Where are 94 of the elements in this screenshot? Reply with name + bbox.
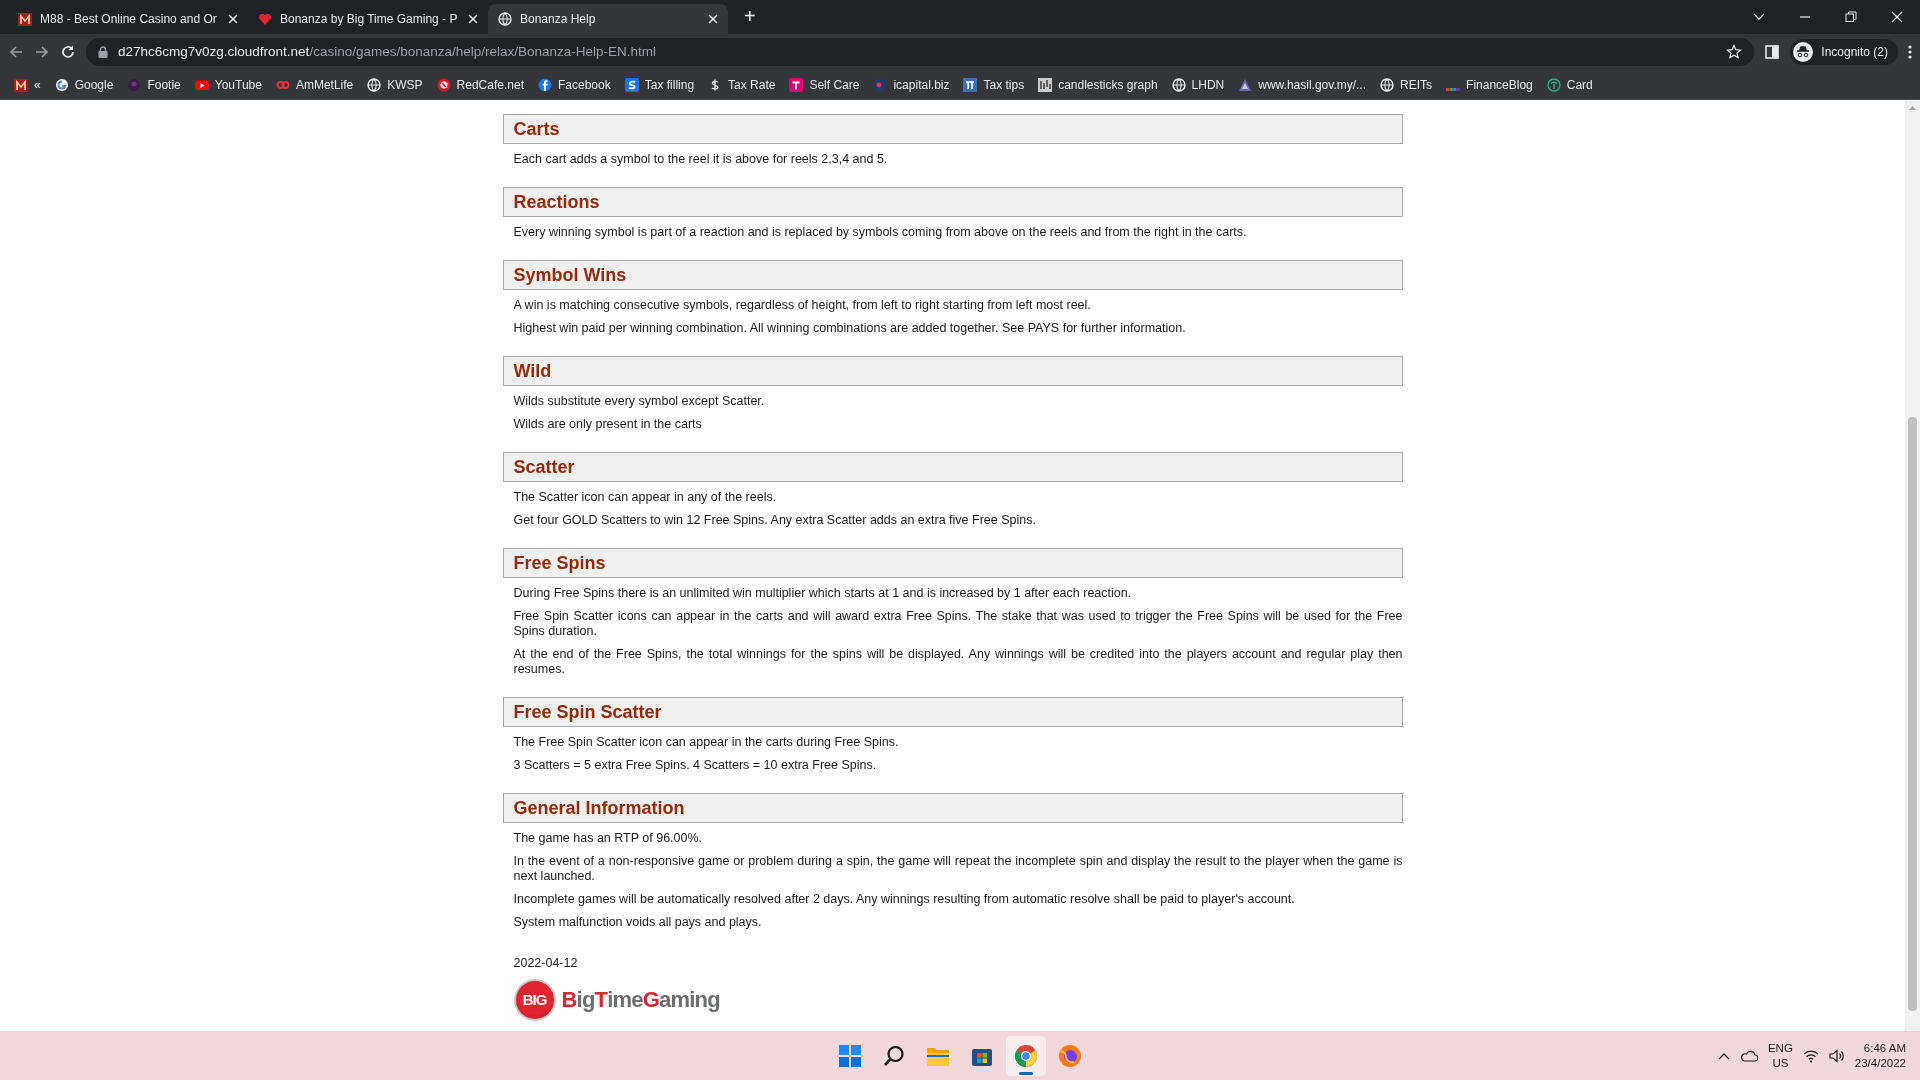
browser-tab[interactable]: Bonanza Help	[488, 4, 728, 34]
section-title: Scatter	[513, 455, 575, 479]
star-icon[interactable]	[1726, 44, 1743, 60]
globe-icon	[1171, 77, 1186, 92]
bookmark[interactable]: Footie	[123, 75, 185, 94]
chart-icon	[1038, 77, 1053, 92]
new-tab-button[interactable]: +	[744, 6, 756, 26]
paragraph: The Free Spin Scatter icon can appear in the carts during Free Spins.	[513, 735, 900, 750]
clock[interactable]: 6:46 AM 23/4/2022	[1854, 1041, 1906, 1071]
logo-badge: BIG	[513, 978, 556, 1021]
paragraph: In the event of a non-responsive game or problem during a spin, the game will repeat the incomplete spin and display the result to the player when the game is next launched.	[513, 854, 1403, 884]
windows-icon	[838, 1044, 862, 1068]
section-title: Free Spin Scatter	[513, 700, 662, 724]
paragraph: The Scatter icon can appear in any of the reels.	[513, 490, 778, 505]
close-icon[interactable]	[708, 14, 718, 24]
globe-icon	[1380, 77, 1395, 92]
paragraph: Wilds substitute every symbol except Scatter.	[513, 394, 766, 409]
paragraph: Wilds are only present in the carts	[513, 417, 703, 432]
cloud-icon[interactable]	[1739, 1050, 1758, 1062]
search-icon	[882, 1044, 906, 1068]
bookmark[interactable]: AmMetLife	[271, 75, 358, 94]
bookmark[interactable]: YouTube	[190, 75, 266, 94]
bookmark[interactable]: Google	[50, 75, 118, 94]
bookmark[interactable]: FinanceBlog	[1442, 75, 1537, 94]
scrollbar-thumb[interactable]	[1908, 417, 1917, 1011]
close-icon[interactable]	[228, 14, 238, 24]
globe-icon	[367, 77, 382, 92]
paragraph: 3 Scatters = 5 extra Free Spins. 4 Scatters = 10 extra Free Spins.	[513, 758, 878, 773]
section-title: Symbol Wins	[513, 263, 627, 287]
bookmark[interactable]: www.hasil.gov.my/...	[1234, 75, 1371, 94]
google-icon	[54, 77, 69, 92]
speaker-icon[interactable]	[1828, 1049, 1845, 1063]
browser-tab[interactable]: Bonanza by Big Time Gaming - P	[248, 4, 488, 34]
paragraph: A win is matching consecutive symbols, regardless of height, from left to right starting from left most reel.	[513, 298, 1092, 313]
paragraph: During Free Spins there is an unlimited win multiplier which starts at 1 and is increased by 1 after each reaction.	[513, 586, 1133, 601]
bookmark[interactable]: Tax filling	[620, 75, 699, 94]
bookmark[interactable]: LHDN	[1167, 75, 1229, 94]
paragraph: Free Spin Scatter icons can appear in the carts and will award extra Free Spins. The stake that was used to trigger the Free Spins will be used for the Free Spins duration.	[513, 609, 1403, 639]
url-text: d27hc6cmg7v0zg.cloudfront.net/casino/games/bonanza/help/relax/Bonanza-Help-EN.html	[118, 42, 658, 61]
s-logo-icon	[624, 77, 639, 92]
bookmark[interactable]: icapital.biz	[869, 75, 954, 94]
section-title: General Information	[513, 796, 685, 820]
paragraph: Each cart adds a symbol to the reel it is above for reels 2,3,4 and 5.	[513, 152, 889, 167]
scrollbar[interactable]	[1905, 100, 1920, 1031]
lock-icon	[98, 46, 108, 58]
menu-icon[interactable]	[1908, 44, 1912, 60]
incognito-icon	[1793, 42, 1814, 62]
section-title: Carts	[513, 117, 560, 141]
bookmark[interactable]: Facebook	[534, 75, 615, 94]
close-icon[interactable]	[468, 14, 478, 24]
logo-text: BigTimeGaming	[561, 986, 720, 1015]
bookmark[interactable]: KWSP	[363, 75, 427, 94]
dot-icon	[873, 77, 888, 92]
globe-icon	[498, 12, 512, 26]
paragraph: System malfunction voids all pays and plays.	[513, 915, 763, 930]
bookmark[interactable]: «	[10, 75, 45, 94]
paragraph: The game has an RTP of 96.00%.	[513, 831, 704, 846]
chevron-up-icon[interactable]	[1717, 1052, 1730, 1060]
paragraph: Every winning symbol is part of a reaction and is replaced by symbols coming from above on the reels and from the right in the carts.	[513, 225, 1248, 240]
bookmark[interactable]: Self Care	[785, 75, 864, 94]
section-title: Wild	[513, 359, 552, 383]
triangle-icon	[1238, 77, 1253, 92]
letter-m-icon	[14, 77, 28, 92]
close-icon[interactable]	[1891, 11, 1903, 23]
t-logo-icon	[789, 77, 804, 92]
color-bars-icon	[1446, 88, 1461, 91]
bookmark[interactable]: Card	[1542, 75, 1597, 94]
letter-m-icon	[18, 12, 32, 26]
side-panel-icon[interactable]	[1764, 44, 1781, 60]
profile-button[interactable]: Incognito (2)	[1790, 39, 1898, 65]
browser-tab[interactable]: M88 - Best Online Casino and Or	[8, 4, 248, 34]
forward-icon[interactable]	[34, 44, 50, 60]
restore-icon[interactable]	[1845, 11, 1857, 23]
paragraph: At the end of the Free Spins, the total winnings for the spins will be displayed. Any winnings will be credited into the players account and regular play then resumes.	[513, 647, 1403, 677]
chrome-icon	[1014, 1044, 1038, 1068]
f-logo-icon	[538, 77, 552, 92]
language-indicator[interactable]: ENG US	[1767, 1041, 1793, 1071]
heart-icon	[258, 12, 272, 26]
bookmark[interactable]: REITs	[1376, 75, 1437, 94]
reload-icon[interactable]	[60, 44, 76, 60]
bookmark[interactable]: Tax Rate	[704, 75, 780, 94]
bookmark[interactable]: RedCafe.net	[432, 75, 528, 94]
section-title: Reactions	[513, 190, 600, 214]
section-title: Free Spins	[513, 551, 606, 575]
paragraph: Highest win paid per winning combination. All winning combinations are added together. See PAYS for further information.	[513, 321, 1187, 336]
pi-logo-icon	[963, 77, 978, 92]
back-icon[interactable]	[8, 44, 24, 60]
address-bar[interactable]: d27hc6cmg7v0zg.cloudfront.net/casino/games/bonanza/help/relax/Bonanza-Help-EN.html	[86, 38, 1755, 66]
wifi-icon[interactable]	[1802, 1049, 1819, 1063]
paragraph: Incomplete games will be automatically resolved after 2 days. Any winnings resulting from automatic resolve shall be paid to player's account.	[513, 892, 1296, 907]
paragraph: Get four GOLD Scatters to win 12 Free Spins. Any extra Scatter adds an extra five Free Spins.	[513, 513, 1037, 528]
bookmark[interactable]: candlesticks graph	[1034, 75, 1162, 94]
date-text: 2022-04-12	[513, 955, 578, 972]
bookmark[interactable]: Tax tips	[959, 75, 1029, 94]
